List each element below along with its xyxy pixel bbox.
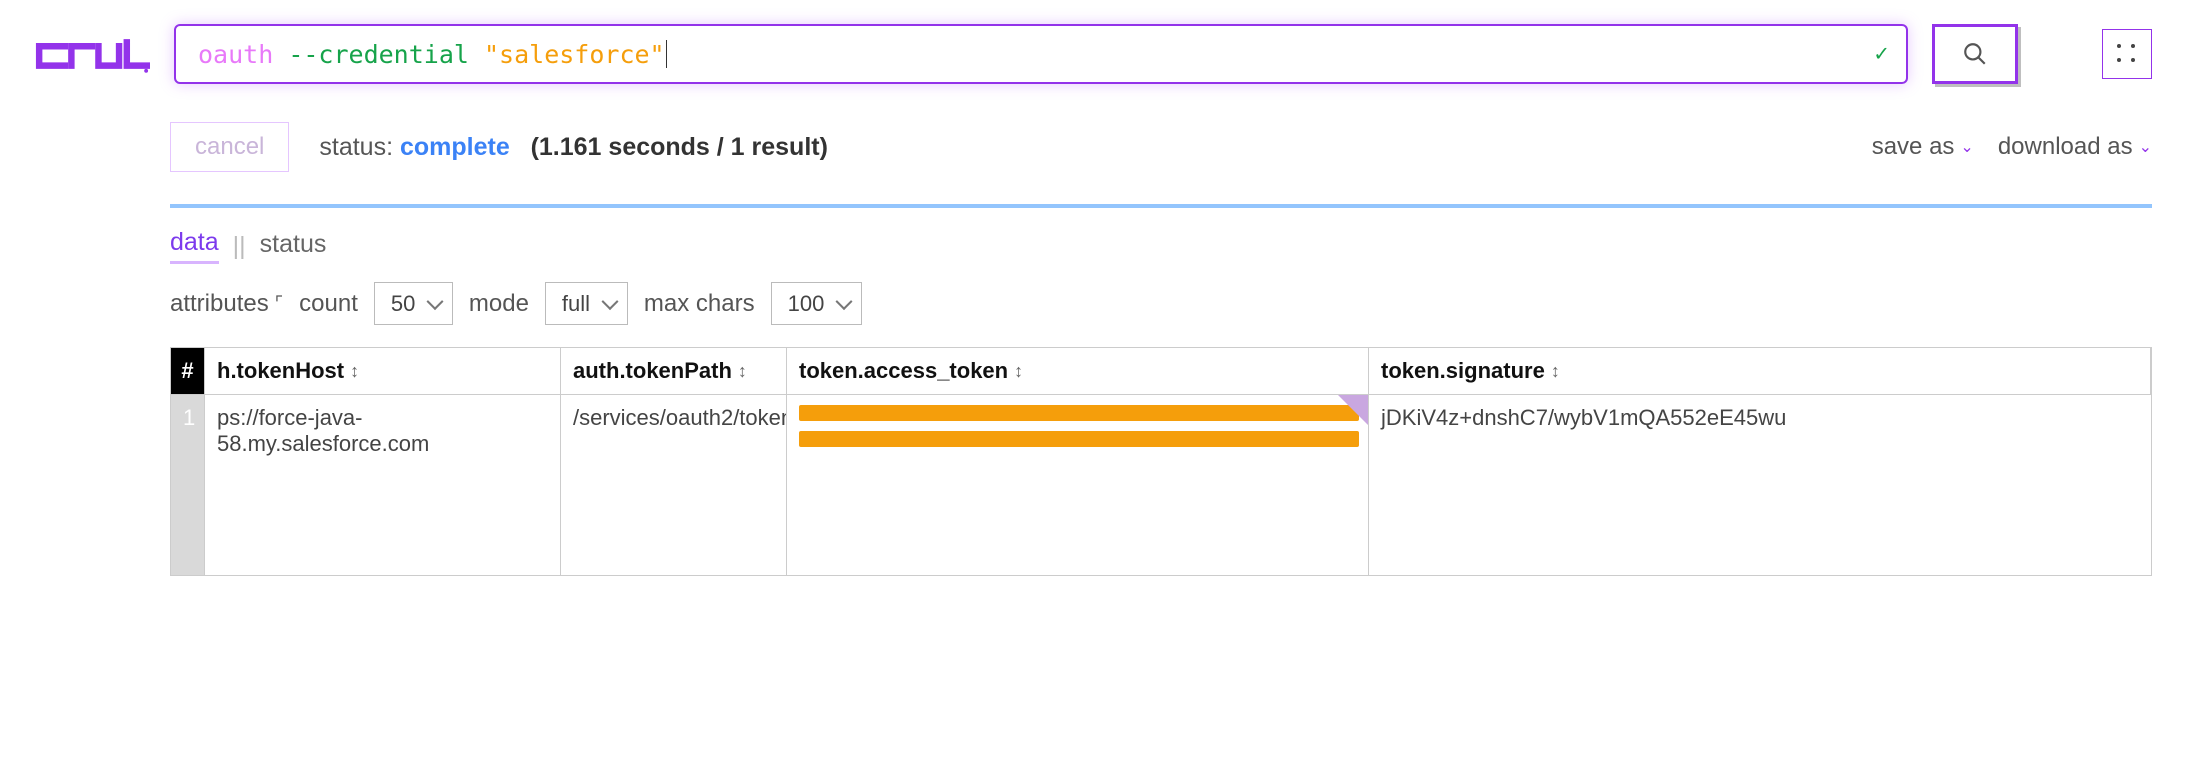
cancel-button[interactable]: cancel	[170, 122, 289, 172]
column-header-tokenhost[interactable]: h.tokenHost↕	[205, 348, 561, 395]
column-header-tokenpath[interactable]: auth.tokenPath↕	[561, 348, 787, 395]
count-label: count	[299, 290, 358, 318]
divider	[170, 204, 2152, 208]
maxchars-select[interactable]: 100	[771, 282, 862, 325]
row-number: 1	[171, 395, 205, 575]
chevron-down-icon: ⌄	[1960, 137, 1973, 157]
tab-status[interactable]: status	[260, 230, 327, 263]
cell-tokenhost[interactable]: ps://force-java-58.my.salesforce.com	[205, 395, 561, 575]
chevron-down-icon: ⌄	[2139, 137, 2152, 157]
sort-icon: ↕	[1014, 361, 1023, 382]
tab-separator: ||	[233, 232, 246, 261]
attributes-toggle[interactable]: attributes⌜	[170, 290, 283, 318]
count-select[interactable]: 50	[374, 282, 453, 325]
column-header-accesstoken[interactable]: token.access_token↕	[787, 348, 1369, 395]
logo	[34, 30, 150, 78]
maxchars-label: max chars	[644, 290, 755, 318]
sort-icon: ↕	[350, 361, 359, 382]
sort-icon: ↕	[1551, 361, 1560, 382]
cell-overflow-icon[interactable]	[1338, 395, 1368, 425]
apps-menu-button[interactable]	[2102, 29, 2152, 79]
search-icon	[1962, 41, 1988, 67]
save-as-menu[interactable]: save as⌄	[1872, 133, 1974, 161]
valid-check-icon: ✓	[1873, 42, 1890, 67]
column-header-index[interactable]: #	[171, 348, 205, 395]
status-text: status: complete (1.161 seconds / 1 resu…	[319, 133, 828, 162]
column-header-signature[interactable]: token.signature↕	[1369, 348, 2151, 395]
cell-accesstoken[interactable]	[787, 395, 1369, 575]
expand-icon: ⌜	[275, 293, 283, 314]
download-as-menu[interactable]: download as⌄	[1998, 133, 2152, 161]
query-input[interactable]	[174, 24, 1908, 84]
results-table: # h.tokenHost↕ auth.tokenPath↕ token.acc…	[170, 347, 2152, 576]
search-button[interactable]	[1932, 24, 2018, 84]
cell-signature[interactable]: jDKiV4z+dnshC7/wybV1mQA552eE45wu	[1369, 395, 2151, 575]
sort-icon: ↕	[738, 361, 747, 382]
cell-tokenpath[interactable]: /services/oauth2/token	[561, 395, 787, 575]
mode-label: mode	[469, 290, 529, 318]
mode-select[interactable]: full	[545, 282, 628, 325]
tab-data[interactable]: data	[170, 228, 219, 264]
